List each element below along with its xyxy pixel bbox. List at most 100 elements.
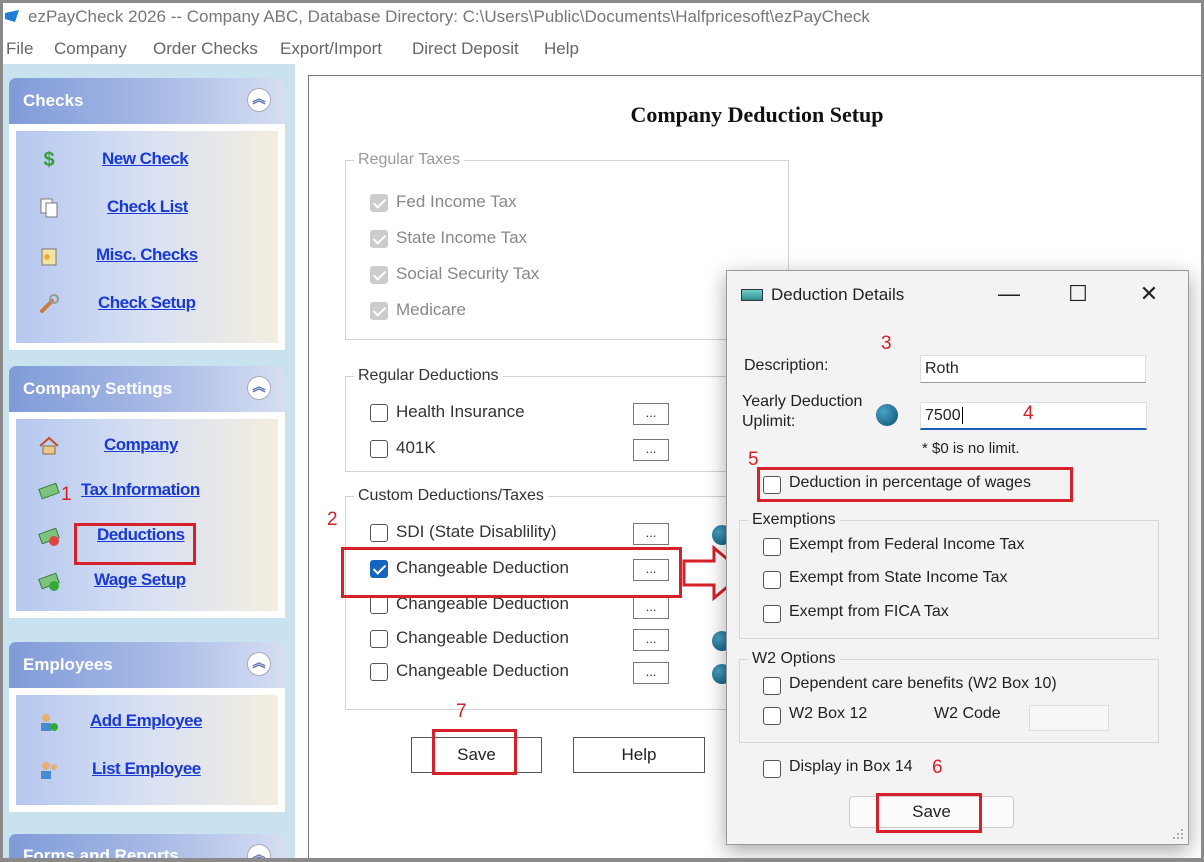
highlight-deductions xyxy=(74,523,196,565)
employees-panel: Employees ︽ Add Employee List Employee xyxy=(9,642,285,822)
help-button[interactable]: Help xyxy=(573,737,705,773)
company-link[interactable]: Company xyxy=(104,435,178,455)
checkbox[interactable] xyxy=(370,524,388,542)
regular-deductions-group: Regular Deductions Health Insurance ... … xyxy=(345,367,789,472)
w2-options-group: W2 Options Dependent care benefits (W2 B… xyxy=(739,650,1159,743)
checks-panel-header[interactable]: Checks ︽ xyxy=(9,78,285,124)
changeable-deduction-4-details-button[interactable]: ... xyxy=(633,662,669,684)
company-settings-panel-header[interactable]: Company Settings ︽ xyxy=(9,366,285,412)
annotation-number: 4 xyxy=(1023,403,1034,424)
changeable-deduction-3-details-button[interactable]: ... xyxy=(633,629,669,651)
company-settings-panel-body: Company Tax Information Deductions Wage … xyxy=(9,412,285,618)
money-minus-icon xyxy=(38,527,60,546)
annotation-number: 3 xyxy=(881,333,892,354)
w2-code-field[interactable] xyxy=(1029,705,1109,731)
misc-checks-link[interactable]: Misc. Checks xyxy=(96,245,198,265)
maximize-icon[interactable]: ☐ xyxy=(1058,281,1098,309)
sidebar-item-list-employee[interactable]: List Employee xyxy=(16,755,278,785)
menu-help[interactable]: Help xyxy=(544,39,579,59)
forms-reports-panel-header[interactable]: Forms and Reports ︽ xyxy=(9,834,285,859)
checkbox[interactable] xyxy=(370,404,388,422)
add-employee-link[interactable]: Add Employee xyxy=(90,711,203,731)
sidebar-item-tax-information[interactable]: Tax Information xyxy=(16,476,278,506)
sidebar-item-check-setup[interactable]: Check Setup xyxy=(16,289,278,319)
checkbox xyxy=(370,266,388,284)
collapse-icon[interactable]: ︽ xyxy=(247,376,271,400)
checkbox[interactable] xyxy=(763,571,781,589)
annotation-number: 2 xyxy=(327,509,338,530)
annotation-number: 6 xyxy=(932,757,943,778)
checkbox-label: SDI (State Disablility) xyxy=(396,522,557,541)
checkbox[interactable] xyxy=(370,663,388,681)
checkbox-label: Exempt from Federal Income Tax xyxy=(789,536,1025,553)
checkbox[interactable] xyxy=(370,440,388,458)
checkbox-label: Fed Income Tax xyxy=(396,192,517,211)
collapse-icon[interactable]: ︽ xyxy=(247,652,271,676)
sidebar-item-wage-setup[interactable]: Wage Setup xyxy=(16,566,278,596)
employees-panel-header[interactable]: Employees ︽ xyxy=(9,642,285,688)
collapse-icon[interactable]: ︽ xyxy=(247,88,271,112)
help-icon[interactable] xyxy=(876,404,898,426)
resize-grip-icon[interactable] xyxy=(1172,828,1184,840)
w2-options-legend: W2 Options xyxy=(748,650,840,668)
sidebar-item-check-list[interactable]: Check List xyxy=(16,193,278,223)
sidebar-item-add-employee[interactable]: Add Employee xyxy=(16,707,278,737)
checkbox[interactable] xyxy=(763,760,781,778)
checkbox[interactable] xyxy=(370,630,388,648)
check-list-link[interactable]: Check List xyxy=(107,197,188,217)
new-check-link[interactable]: New Check xyxy=(102,149,189,169)
checkbox-label: Medicare xyxy=(396,300,466,319)
employees-panel-inner: Add Employee List Employee xyxy=(16,695,278,805)
users-add-icon xyxy=(41,714,58,731)
money-icon xyxy=(38,482,60,500)
checkbox-label: Changeable Deduction xyxy=(396,661,569,680)
sdi-details-button[interactable]: ... xyxy=(633,523,669,545)
checkbox-label: 401K xyxy=(396,438,436,457)
close-icon[interactable]: ✕ xyxy=(1129,281,1169,309)
checkbox-label: Exempt from State Income Tax xyxy=(789,569,1008,586)
tax-information-link[interactable]: Tax Information xyxy=(81,480,200,500)
changeable-deduction-2-details-button[interactable]: ... xyxy=(633,597,669,619)
annotation-number: 7 xyxy=(456,701,467,722)
menu-export-import[interactable]: Export/Import xyxy=(280,39,382,59)
sidebar-item-misc-checks[interactable]: Misc. Checks xyxy=(16,241,278,271)
description-field[interactable]: Roth xyxy=(920,355,1146,383)
title-bar: ezPayCheck 2026 -- Company ABC, Database… xyxy=(0,0,1204,35)
minimize-icon[interactable]: — xyxy=(989,281,1029,309)
checkbox-label: Changeable Deduction xyxy=(396,628,569,647)
401k-details-button[interactable]: ... xyxy=(633,439,669,461)
w2-code-label: W2 Code xyxy=(934,705,1001,722)
checkbox-label: Exempt from FICA Tax xyxy=(789,603,949,620)
custom-deductions-group: Custom Deductions/Taxes SDI (State Disab… xyxy=(345,487,789,710)
dialog-app-icon xyxy=(741,289,763,301)
app-logo-icon xyxy=(5,10,19,22)
menu-company[interactable]: Company xyxy=(54,39,127,59)
health-insurance-details-button[interactable]: ... xyxy=(633,403,669,425)
highlight-changeable-deduction xyxy=(341,547,682,598)
list-employee-link[interactable]: List Employee xyxy=(92,759,201,779)
checkbox xyxy=(370,230,388,248)
collapse-icon[interactable]: ︽ xyxy=(247,844,271,859)
employees-panel-body: Add Employee List Employee xyxy=(9,688,285,812)
menu-order-checks[interactable]: Order Checks xyxy=(153,39,258,59)
menu-file[interactable]: File xyxy=(6,39,33,59)
checkbox[interactable] xyxy=(763,707,781,725)
checkbox-label: Display in Box 14 xyxy=(789,758,913,775)
menu-direct-deposit[interactable]: Direct Deposit xyxy=(412,39,519,59)
checkbox[interactable] xyxy=(370,596,388,614)
check-setup-link[interactable]: Check Setup xyxy=(98,293,196,313)
checkbox[interactable] xyxy=(763,605,781,623)
dollar-icon: $ xyxy=(43,149,55,171)
checkbox[interactable] xyxy=(763,677,781,695)
misc-check-icon xyxy=(41,248,57,266)
checkbox[interactable] xyxy=(763,538,781,556)
uplimit-value: 7500 xyxy=(925,407,961,424)
sidebar-item-new-check[interactable]: $ New Check xyxy=(16,145,278,175)
sidebar: Checks ︽ $ New Check Check List Misc. Ch… xyxy=(3,64,295,859)
sidebar-item-company[interactable]: Company xyxy=(16,431,278,461)
forms-reports-panel-title: Forms and Reports xyxy=(23,846,179,859)
company-settings-panel-inner: Company Tax Information Deductions Wage … xyxy=(16,419,278,611)
wage-setup-link[interactable]: Wage Setup xyxy=(94,570,186,590)
regular-taxes-group: Regular Taxes Fed Income Tax State Incom… xyxy=(345,151,789,340)
checkbox-label: State Income Tax xyxy=(396,228,528,247)
